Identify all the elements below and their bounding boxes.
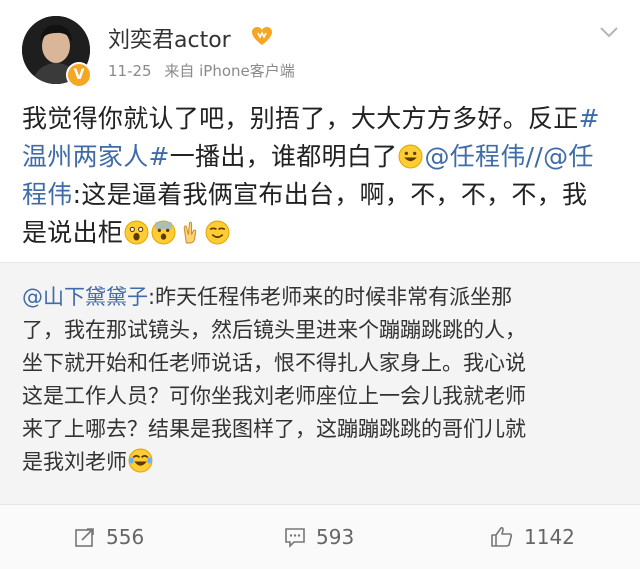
link-text[interactable]: @山下黛黛子 <box>22 285 148 309</box>
text-line: 坐下就开始和任老师说话，恨不得扎人家身上。我心说 <box>22 347 622 380</box>
thumbs-up-icon <box>491 526 513 547</box>
link-text[interactable]: 程伟 <box>22 180 73 209</box>
post-body: 我觉得你就认了吧，别捂了，大大方方多好。反正# 温州两家人#一播出，谁都明白了 @任… <box>22 100 622 252</box>
username[interactable]: 刘奕君actor <box>108 22 231 54</box>
body-text: 这是工作人员？可你坐我刘老师座位上一会儿我就老师 <box>22 384 526 408</box>
post-date: 11-25 <box>108 62 152 80</box>
body-text: 是我刘老师 <box>22 450 127 474</box>
verified-badge-icon: V <box>66 62 92 88</box>
smirk-emoji-icon <box>205 220 230 245</box>
body-text: :这是逼着我俩宣布出台，啊，不，不，不，我 <box>72 180 588 209</box>
text-line: 我觉得你就认了吧，别捂了，大大方方多好。反正# <box>22 100 622 138</box>
action-bar: 556 593 1142 <box>0 504 640 569</box>
body-text: 了，我在那试镜头，然后镜头里进来个蹦蹦跳跳的人， <box>22 318 526 342</box>
like-button[interactable]: 1142 <box>490 505 575 569</box>
repost-button[interactable]: 556 <box>74 505 144 569</box>
post-header: V 刘奕君actor 11-25 来自 iPhone客户端 <box>0 0 640 96</box>
quoted-post-body: @山下黛黛子:昨天任程伟老师来的时候非常有派坐那了，我在那试镜头，然后镜头里进来… <box>22 281 622 479</box>
comment-count: 593 <box>316 525 355 549</box>
repost-icon <box>75 528 94 547</box>
vip-heart-badge-icon <box>250 24 274 48</box>
laugh-emoji-icon <box>128 448 153 473</box>
post-source[interactable]: 来自 iPhone客户端 <box>164 62 294 80</box>
body-text: 我觉得你就认了吧，别捂了，大大方方多好。反正 <box>22 104 579 133</box>
text-line: 是我刘老师 <box>22 446 622 479</box>
quoted-post[interactable]: @山下黛黛子:昨天任程伟老师来的时候非常有派坐那了，我在那试镜头，然后镜头里进来… <box>0 262 640 505</box>
body-text: 一播出，谁都明白了 <box>169 142 398 171</box>
repost-count: 556 <box>106 525 145 549</box>
body-text: 是说出柜 <box>22 218 124 247</box>
comment-button[interactable]: 593 <box>284 505 354 569</box>
body-text: 来了上哪去？结果是我图样了，这蹦蹦跳跳的哥们儿就 <box>22 417 526 441</box>
text-line: 是说出柜 <box>22 214 622 252</box>
like-count: 1142 <box>524 525 575 549</box>
body-text: :昨天任程伟老师来的时候非常有派坐那 <box>148 285 513 309</box>
link-text[interactable]: # <box>579 104 600 133</box>
shock-emoji-icon <box>124 220 149 245</box>
link-text[interactable]: 温州两家人# <box>22 142 170 171</box>
scared-emoji-icon <box>151 220 176 245</box>
text-line: 来了上哪去？结果是我图样了，这蹦蹦跳跳的哥们儿就 <box>22 413 622 446</box>
text-line: 这是工作人员？可你坐我刘老师座位上一会儿我就老师 <box>22 380 622 413</box>
body-text: 坐下就开始和任老师说话，恨不得扎人家身上。我心说 <box>22 351 526 375</box>
link-text[interactable]: @任程伟//@任 <box>424 142 593 171</box>
text-line: 程伟:这是逼着我俩宣布出台，啊，不，不，不，我 <box>22 176 622 214</box>
chevron-down-icon[interactable] <box>598 24 620 40</box>
grin-emoji-icon <box>398 144 423 169</box>
post-meta: 11-25 来自 iPhone客户端 <box>108 60 303 81</box>
victory-emoji-icon <box>183 221 197 244</box>
text-line: 温州两家人#一播出，谁都明白了 @任程伟//@任 <box>22 138 622 176</box>
text-line: 了，我在那试镜头，然后镜头里进来个蹦蹦跳跳的人， <box>22 314 622 347</box>
text-line: @山下黛黛子:昨天任程伟老师来的时候非常有派坐那 <box>22 281 622 314</box>
comment-icon <box>285 528 305 548</box>
